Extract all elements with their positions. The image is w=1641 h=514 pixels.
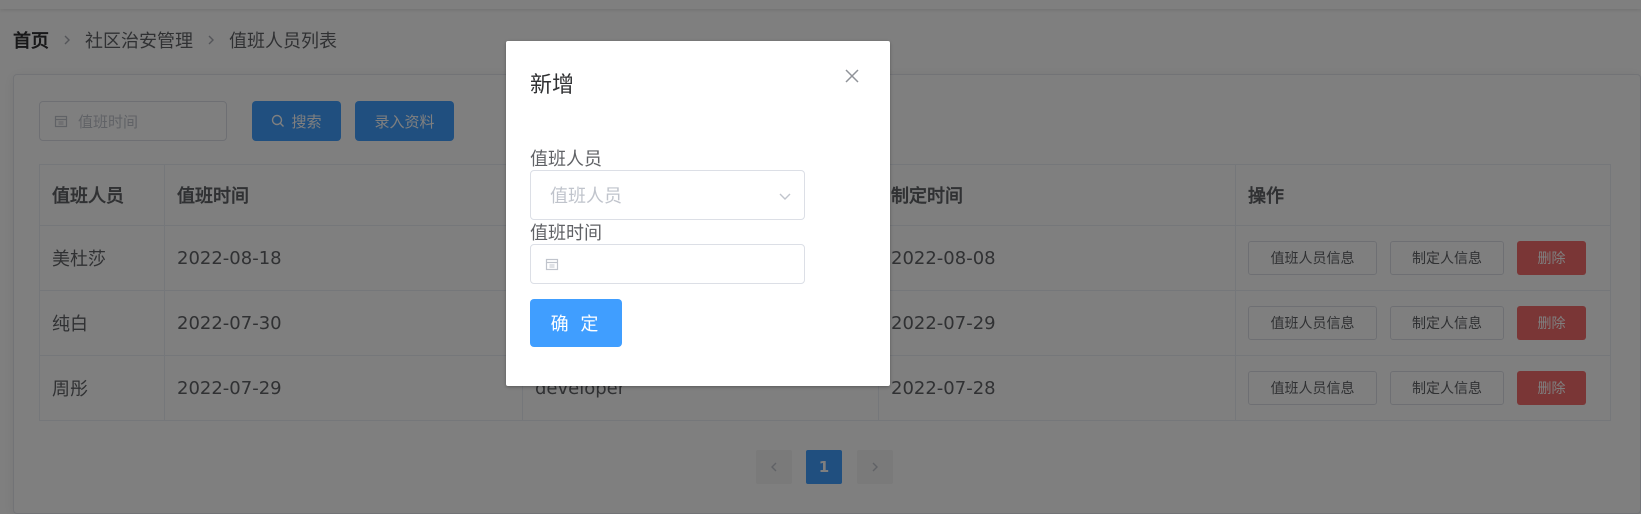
- chevron-down-icon: [779, 193, 791, 200]
- close-icon[interactable]: [844, 68, 860, 84]
- dialog-title: 新增: [530, 73, 575, 98]
- add-dialog: 新增 值班人员 值班人员 值班时间 确 定: [506, 41, 890, 386]
- confirm-button[interactable]: 确 定: [530, 299, 622, 347]
- duty-time-label: 值班时间: [530, 223, 602, 244]
- duty-person-select[interactable]: 值班人员: [530, 170, 805, 220]
- duty-person-placeholder: 值班人员: [550, 186, 622, 207]
- duty-time-picker[interactable]: [530, 244, 805, 284]
- calendar-icon: [545, 258, 559, 271]
- duty-person-label: 值班人员: [530, 149, 602, 170]
